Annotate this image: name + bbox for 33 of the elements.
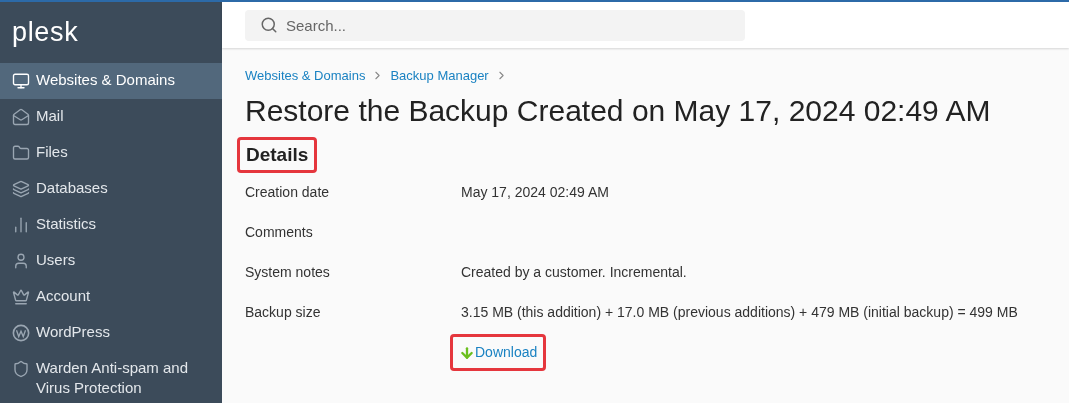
search-field[interactable]: Search... xyxy=(245,9,745,41)
envelope-icon xyxy=(12,107,30,126)
sidebar-item[interactable]: Mail xyxy=(0,98,222,135)
field-value: Created by a customer. Incremental. xyxy=(461,263,687,282)
field-label: Comments xyxy=(245,223,314,242)
monitor-icon xyxy=(12,71,30,90)
layers-icon xyxy=(12,179,30,198)
search-icon xyxy=(260,15,278,34)
shield-icon xyxy=(12,359,30,378)
field-value: May 17, 2024 02:49 AM xyxy=(461,183,609,202)
field-value: 3.15 MB (this addition) + 17.0 MB (previous additions) + 479 MB (initial backup) = 499 MB xyxy=(461,303,1018,322)
page-title: Restore the Backup Created on May 17, 2024 02:49 AM xyxy=(245,92,992,129)
sidebar-item[interactable]: Websites & Domains xyxy=(0,62,222,99)
breadcrumb-link[interactable]: Backup Manager xyxy=(390,66,489,86)
field-label: Backup size xyxy=(245,303,322,322)
bar-chart-icon xyxy=(12,215,30,234)
logo[interactable]: plesk xyxy=(12,12,79,53)
sidebar-item[interactable]: Databases xyxy=(0,170,222,207)
folder-icon xyxy=(12,143,30,162)
section-heading: Details xyxy=(237,136,318,173)
sidebar-item[interactable]: Files xyxy=(0,134,222,171)
user-icon xyxy=(12,251,30,270)
circle-logo-icon xyxy=(12,323,30,342)
download-link[interactable]: Download xyxy=(450,334,547,371)
sidebar-item[interactable]: Account xyxy=(0,278,222,315)
field-label: System notes xyxy=(245,263,331,282)
crown-icon xyxy=(12,287,30,306)
field-label: Creation date xyxy=(245,183,331,202)
breadcrumb-link[interactable]: Websites & Domains xyxy=(245,66,366,86)
sidebar-item[interactable]: Users xyxy=(0,242,222,279)
sidebar-item[interactable]: Statistics xyxy=(0,206,222,243)
sidebar-item[interactable]: Warden Anti-spam and Virus Protection xyxy=(0,350,222,403)
sidebar-item[interactable]: WordPress xyxy=(0,314,222,351)
